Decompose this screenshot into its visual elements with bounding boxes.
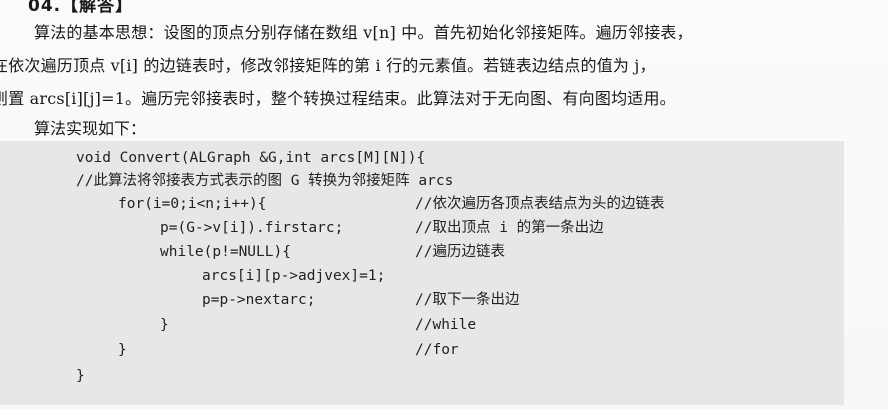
code-comment-line: //此算法将邻接表方式表示的图 G 转换为邻接矩阵 arcs [76, 173, 454, 189]
code-comment: //取出顶点 i 的第一条出边 [415, 220, 604, 236]
code-comment: //取下一条出边 [415, 292, 520, 308]
code-line: } [160, 317, 169, 333]
code-line: while(p!=NULL){ [160, 244, 291, 260]
paragraph-line: 算法的基本思想：设图的顶点分别存储在数组 v[n] 中。首先初始化邻接矩阵。遍历… [34, 23, 693, 42]
code-comment: //while [415, 317, 477, 333]
code-line: void Convert(ALGraph &G,int arcs[M][N]){ [76, 150, 426, 166]
code-line: } [118, 342, 127, 358]
paragraph-line: 在依次遍历顶点 v[i] 的边链表时，修改邻接矩阵的第 i 行的元素值。若链表边… [0, 56, 656, 75]
code-line: for(i=0;i<n;i++){ [118, 196, 267, 212]
paragraph-line: 则置 arcs[i][j]=1。遍历完邻接表时，整个转换过程结束。此算法对于无向… [0, 89, 676, 108]
code-line: p=(G->v[i]).firstarc; [160, 220, 344, 236]
code-comment: //遍历边链表 [415, 244, 505, 260]
code-intro: 算法实现如下： [34, 119, 147, 138]
code-block: void Convert(ALGraph &G,int arcs[M][N]){… [0, 141, 844, 405]
code-line: arcs[i][p->adjvex]=1; [202, 268, 386, 284]
code-comment: //依次遍历各顶点表结点为头的边链表 [415, 196, 665, 212]
code-line: p=p->nextarc; [202, 292, 316, 308]
document-page: 04.【解答】 算法的基本思想：设图的顶点分别存储在数组 v[n] 中。首先初始… [0, 0, 888, 409]
section-heading: 04.【解答】 [28, 0, 134, 16]
code-line: } [76, 368, 85, 384]
code-comment: //for [415, 342, 459, 358]
